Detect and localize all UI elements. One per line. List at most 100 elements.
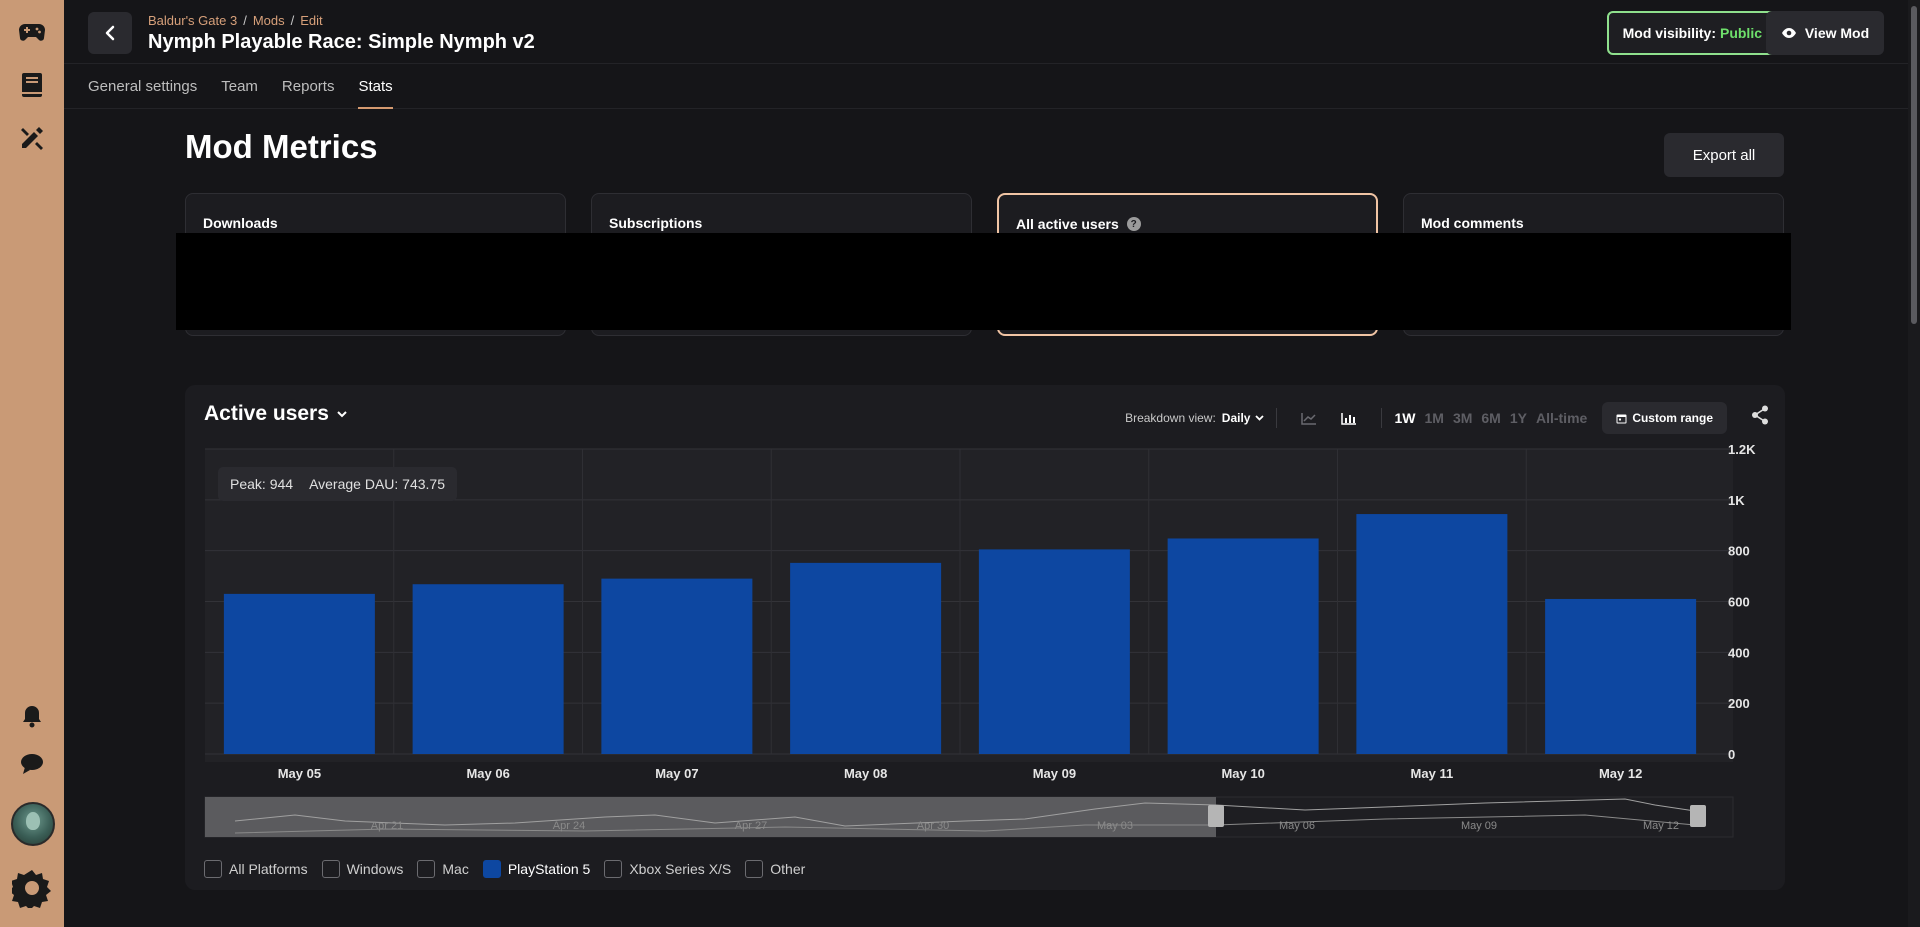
legend-all-platforms[interactable]: All Platforms [204, 860, 308, 878]
chart-panel: Active users Breakdown view: Daily 1W 1M… [185, 385, 1785, 890]
breadcrumb-edit[interactable]: Edit [300, 13, 322, 28]
chart-bar [412, 584, 564, 754]
redacted-overlay [176, 233, 1791, 330]
chevron-down-icon [337, 410, 347, 417]
platform-legend: All Platforms Windows Mac PlayStation 5 … [204, 860, 819, 878]
back-button[interactable] [88, 12, 132, 54]
navigator-tick-label: Apr 24 [553, 820, 585, 832]
legend-label: Other [770, 861, 806, 877]
chart-bar [223, 593, 375, 754]
page-scrollbar[interactable] [1908, 0, 1920, 927]
tab-bar: General settings Team Reports Stats [64, 64, 1908, 109]
legend-label: Mac [442, 861, 469, 877]
chart-bar [1167, 538, 1319, 754]
checkbox [321, 860, 340, 878]
checkbox [604, 860, 623, 878]
tab-general-settings[interactable]: General settings [88, 64, 197, 109]
bar-chart-toggle[interactable] [1337, 408, 1361, 428]
navigator-unselected-mask [205, 797, 1216, 837]
x-tick-label: May 12 [1599, 766, 1642, 781]
legend-playstation-5[interactable]: PlayStation 5 [482, 860, 590, 878]
breadcrumb-separator: / [290, 13, 295, 28]
breadcrumb-mods[interactable]: Mods [253, 13, 285, 28]
range-3m[interactable]: 3M [1453, 410, 1472, 426]
breadcrumb-separator: / [243, 13, 247, 28]
y-tick-label: 200 [1728, 696, 1750, 711]
y-tick-label: 600 [1728, 595, 1750, 610]
share-button[interactable] [1751, 405, 1771, 427]
bell-icon[interactable] [18, 702, 46, 730]
visibility-value: Public [1719, 25, 1762, 41]
line-chart-toggle[interactable] [1297, 408, 1321, 428]
x-tick-label: May 11 [1411, 766, 1454, 781]
legend-windows[interactable]: Windows [321, 860, 404, 878]
chart-title: Active users [204, 402, 329, 425]
gamepad-icon[interactable] [18, 18, 46, 46]
navigator-handle-right [1690, 805, 1706, 827]
legend-other[interactable]: Other [745, 860, 805, 878]
chevron-left-icon [105, 25, 115, 41]
visibility-label: Mod visibility: [1622, 25, 1716, 41]
range-6m[interactable]: 6M [1481, 410, 1500, 426]
breadcrumb-game[interactable]: Baldur's Gate 3 [148, 13, 237, 28]
tools-icon[interactable] [18, 124, 46, 152]
range-all-time[interactable]: All-time [1536, 410, 1587, 426]
chart-bar [978, 549, 1130, 754]
navigator-tick-label: May 09 [1461, 820, 1497, 832]
navigator-tick-label: Apr 30 [917, 820, 949, 832]
tab-stats[interactable]: Stats [358, 64, 393, 109]
metric-label: All active users [1016, 216, 1119, 232]
x-tick-label: May 10 [1221, 766, 1264, 781]
tooltip-peak: Peak: 944 [230, 476, 294, 492]
navigator-tick-label: May 03 [1097, 820, 1133, 832]
settings-gear-icon[interactable] [12, 868, 52, 908]
chart-bar [1356, 514, 1508, 754]
left-rail [0, 0, 64, 927]
mod-title: Nymph Playable Race: Simple Nymph v2 [148, 31, 535, 53]
x-tick-label: May 08 [844, 766, 887, 781]
x-tick-label: May 09 [1033, 766, 1076, 781]
mod-visibility-button[interactable]: Mod visibility: Public [1606, 11, 1778, 55]
checkbox [417, 860, 436, 878]
range-1w[interactable]: 1W [1394, 410, 1415, 426]
breakdown-select[interactable]: Daily [1222, 411, 1265, 425]
avatar[interactable] [11, 802, 55, 846]
share-icon [1752, 405, 1768, 425]
page-title: Mod Metrics [185, 128, 378, 165]
tooltip-average: Average DAU: 743.75 [309, 476, 446, 492]
navigator-series-line [234, 814, 1696, 834]
legend-label: All Platforms [229, 861, 308, 877]
divider [1276, 408, 1278, 428]
range-1m[interactable]: 1M [1424, 410, 1443, 426]
export-all-button[interactable]: Export all [1664, 133, 1784, 177]
navigator-series-line [234, 798, 1696, 827]
checkbox [204, 860, 222, 878]
custom-range-button[interactable]: Custom range [1602, 402, 1727, 434]
metric-label: Downloads [203, 215, 278, 231]
tab-reports[interactable]: Reports [282, 64, 335, 109]
help-icon[interactable]: ? [1126, 217, 1141, 231]
legend-mac[interactable]: Mac [417, 860, 469, 878]
x-tick-label: May 05 [278, 766, 321, 781]
chart-title-dropdown[interactable]: Active users [204, 402, 347, 426]
navigator-track [204, 796, 1734, 838]
divider [1381, 408, 1383, 428]
checkbox [745, 860, 764, 878]
legend-label: Windows [346, 861, 404, 877]
chat-icon[interactable] [18, 750, 46, 778]
y-tick-label: 400 [1728, 645, 1750, 660]
legend-xbox-series[interactable]: Xbox Series X/S [604, 860, 731, 878]
view-mod-button[interactable]: View Mod [1766, 11, 1884, 55]
tab-team[interactable]: Team [221, 64, 258, 109]
metric-label: Mod comments [1421, 215, 1524, 231]
breakdown-value: Daily [1221, 411, 1251, 425]
range-1y[interactable]: 1Y [1510, 410, 1527, 426]
bar-chart-icon [1341, 412, 1357, 425]
navigator-tick-label: Apr 27 [735, 820, 767, 832]
y-tick-label: 800 [1728, 544, 1750, 559]
navigator-handle-left [1208, 805, 1224, 827]
scrollbar-thumb[interactable] [1911, 6, 1917, 324]
book-icon[interactable] [18, 71, 46, 99]
chart-bar [790, 562, 942, 754]
y-tick-label: 1.2K [1728, 442, 1756, 457]
